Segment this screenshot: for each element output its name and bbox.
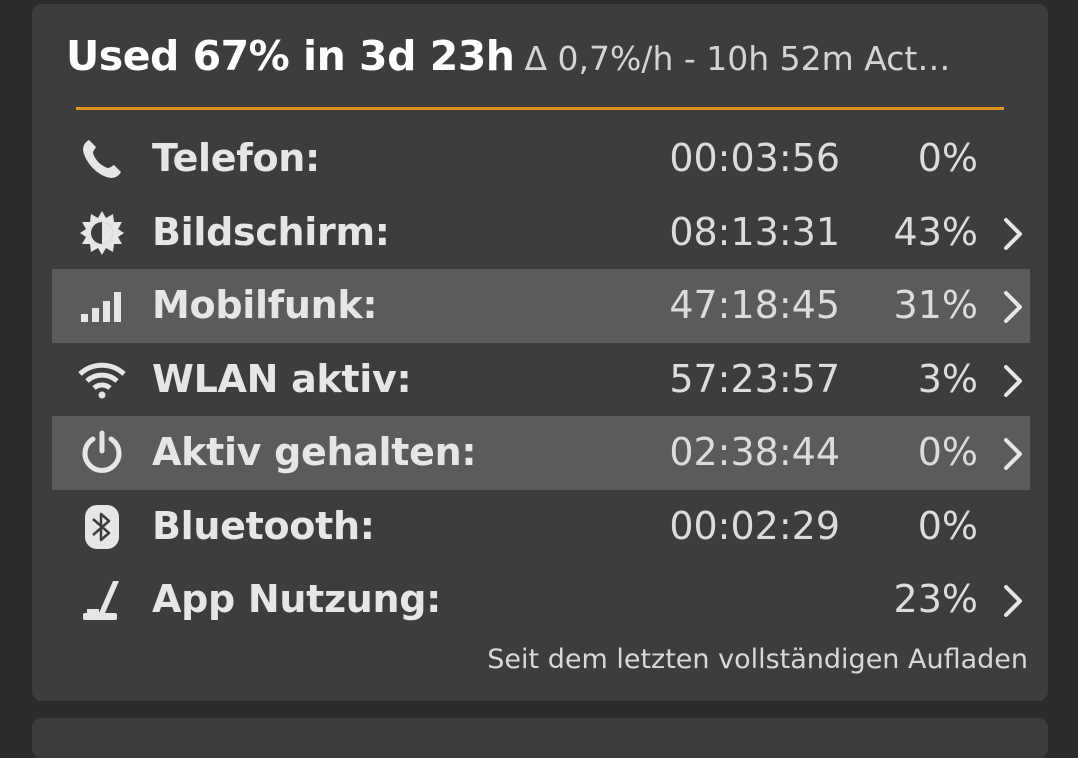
wifi-icon [72,357,132,403]
usage-row-time: 47:18:45 [669,283,840,327]
usage-row-label: Mobilfunk: [152,283,378,327]
usage-row-telefon: Telefon: 00:03:56 0% [52,122,1030,196]
brightness-icon [72,210,132,256]
usage-row-percent: 31% [893,283,978,327]
usage-row-label: Bildschirm: [152,209,390,254]
signal-bars-icon [72,283,132,329]
usage-row-wlan[interactable]: WLAN aktiv: 57:23:57 3% [52,343,1030,417]
chevron-right-icon[interactable] [998,436,1026,472]
since-last-charge-note: Seit dem letzten vollständigen Aufladen [487,644,1028,675]
usage-row-app-nutzung[interactable]: App Nutzung: 23% [52,563,1030,637]
next-card [32,718,1048,758]
usage-row-percent: 0% [917,503,978,548]
chevron-right-icon[interactable] [998,289,1026,325]
battery-used-summary: Used 67% in 3d 23h [66,32,515,80]
bluetooth-icon [72,504,132,550]
usage-row-percent: 0% [917,136,978,180]
battery-rate-summary: Δ 0,7%/h - 10h 52m Act… [524,39,951,78]
usage-row-label: Telefon: [152,136,320,180]
usage-row-time: 57:23:57 [669,356,840,401]
chevron-right-icon[interactable] [998,583,1026,619]
usage-list: Telefon: 00:03:56 0% Bildschirm: 08:13:3… [52,122,1030,637]
usage-row-aktiv-gehalten[interactable]: Aktiv gehalten: 02:38:44 0% [52,416,1030,490]
usage-row-bildschirm[interactable]: Bildschirm: 08:13:31 43% [52,196,1030,270]
chevron-right-icon[interactable] [998,216,1026,252]
usage-row-mobilfunk[interactable]: Mobilfunk: 47:18:45 31% [52,269,1030,343]
usage-row-percent: 3% [917,356,978,401]
usage-row-label: Aktiv gehalten: [152,430,477,474]
usage-row-time: 08:13:31 [669,209,840,254]
phone-icon [72,136,132,182]
battery-usage-card: Used 67% in 3d 23h Δ 0,7%/h - 10h 52m Act… [32,4,1048,701]
chevron-right-icon[interactable] [998,363,1026,399]
usage-row-bluetooth: Bluetooth: 00:02:29 0% [52,490,1030,564]
power-icon [72,430,132,476]
header-divider [76,107,1004,110]
battery-summary-header: Used 67% in 3d 23h Δ 0,7%/h - 10h 52m Act… [66,32,1036,96]
usage-row-label: App Nutzung: [152,577,442,621]
usage-row-percent: 43% [893,209,978,254]
usage-row-percent: 0% [917,430,978,474]
app-usage-icon [72,577,132,623]
usage-row-time: 00:03:56 [669,136,840,180]
usage-row-percent: 23% [893,577,978,621]
usage-row-label: Bluetooth: [152,503,375,548]
usage-row-time: 02:38:44 [669,430,840,474]
usage-row-time: 00:02:29 [669,503,840,548]
usage-row-label: WLAN aktiv: [152,356,412,401]
